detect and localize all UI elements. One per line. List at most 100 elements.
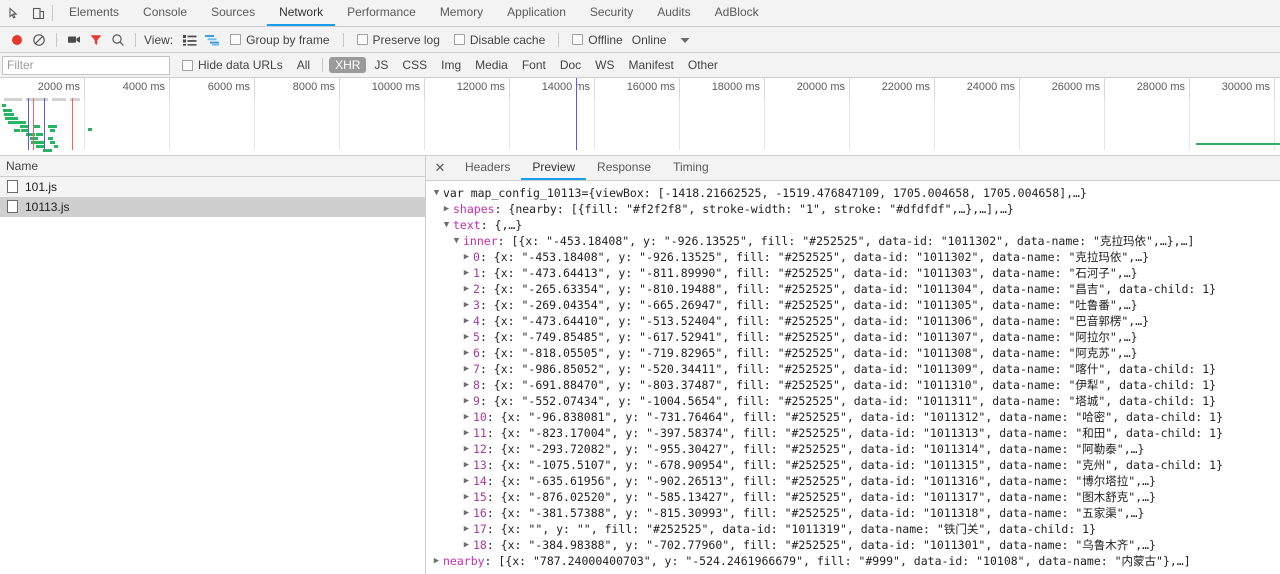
disclosure-triangle-icon[interactable] xyxy=(440,201,453,217)
group-by-frame-checkbox[interactable]: Group by frame xyxy=(223,33,336,47)
tree-row-nearby[interactable]: nearby : [{x: "787.24000400703", y: "-52… xyxy=(430,553,1280,569)
tree-row-shapes[interactable]: shapes : {nearby: [{fill: "#f2f2f8", str… xyxy=(430,201,1280,217)
disclosure-triangle-icon[interactable] xyxy=(460,249,473,265)
filter-type-js[interactable]: JS xyxy=(368,57,394,73)
view-label: View: xyxy=(144,32,174,47)
filter-type-font[interactable]: Font xyxy=(516,57,552,73)
disclosure-triangle-icon[interactable] xyxy=(460,281,473,297)
hide-data-urls-checkbox[interactable]: Hide data URLs xyxy=(170,58,290,72)
disclosure-triangle-icon[interactable] xyxy=(460,425,473,441)
tree-row-item[interactable]: 13 : {x: "-1075.5107", y: "-678.90954", … xyxy=(430,457,1280,473)
tree-row-item[interactable]: 3 : {x: "-269.04354", y: "-665.26947", f… xyxy=(430,297,1280,313)
funnel-filter-icon[interactable] xyxy=(85,30,107,50)
filter-type-ws[interactable]: WS xyxy=(589,57,620,73)
disclosure-triangle-icon[interactable] xyxy=(450,233,463,249)
tab-application[interactable]: Application xyxy=(495,0,578,26)
tab-sources[interactable]: Sources xyxy=(199,0,267,26)
tree-row-inner[interactable]: inner : [{x: "-453.18408", y: "-926.1352… xyxy=(430,233,1280,249)
disclosure-triangle-icon[interactable] xyxy=(460,521,473,537)
offline-checkbox[interactable]: Offline xyxy=(565,33,629,47)
tree-row-item[interactable]: 17 : {x: "", y: "", fill: "#252525", dat… xyxy=(430,521,1280,537)
tree-row-item[interactable]: 2 : {x: "-265.63354", y: "-810.19488", f… xyxy=(430,281,1280,297)
disclosure-triangle-icon[interactable] xyxy=(460,329,473,345)
checkbox-box[interactable] xyxy=(182,59,193,71)
disclosure-triangle-icon[interactable] xyxy=(430,185,443,201)
tree-row-item[interactable]: 0 : {x: "-453.18408", y: "-926.13525", f… xyxy=(430,249,1280,265)
tab-audits[interactable]: Audits xyxy=(645,0,702,26)
tab-adblock[interactable]: AdBlock xyxy=(703,0,771,26)
chevron-down-icon[interactable] xyxy=(680,33,690,47)
tab-preview[interactable]: Preview xyxy=(521,156,587,180)
tree-row-item[interactable]: 18 : {x: "-384.98388", y: "-702.77960", … xyxy=(430,537,1280,553)
tree-row-text[interactable]: text : {,…} xyxy=(430,217,1280,233)
tree-row-root[interactable]: var map_config_10113={viewBox: [-1418.21… xyxy=(430,185,1280,201)
filter-type-other[interactable]: Other xyxy=(682,57,724,73)
checkbox-box[interactable] xyxy=(572,34,584,45)
disclosure-triangle-icon[interactable] xyxy=(460,377,473,393)
filter-type-all[interactable]: All xyxy=(291,57,316,73)
tree-row-item[interactable]: 6 : {x: "-818.05505", y: "-719.82965", f… xyxy=(430,345,1280,361)
tree-row-item[interactable]: 1 : {x: "-473.64413", y: "-811.89990", f… xyxy=(430,265,1280,281)
disclosure-triangle-icon[interactable] xyxy=(460,505,473,521)
disclosure-triangle-icon[interactable] xyxy=(460,361,473,377)
device-toolbar-icon[interactable] xyxy=(30,5,46,21)
tree-row-item[interactable]: 5 : {x: "-749.85485", y: "-617.52941", f… xyxy=(430,329,1280,345)
list-view-icon[interactable] xyxy=(179,30,201,50)
disclosure-triangle-icon[interactable] xyxy=(460,409,473,425)
disclosure-triangle-icon[interactable] xyxy=(460,297,473,313)
checkbox-box[interactable] xyxy=(453,34,465,45)
disclosure-triangle-icon[interactable] xyxy=(440,217,453,233)
tree-row-item[interactable]: 10 : {x: "-96.838081", y: "-731.76464", … xyxy=(430,409,1280,425)
tree-row-item[interactable]: 8 : {x: "-691.88470", y: "-803.37487", f… xyxy=(430,377,1280,393)
close-icon[interactable]: ✕ xyxy=(426,156,454,180)
filter-type-img[interactable]: Img xyxy=(435,57,467,73)
tab-elements[interactable]: Elements xyxy=(57,0,131,26)
filter-type-doc[interactable]: Doc xyxy=(554,57,587,73)
tab-timing[interactable]: Timing xyxy=(662,156,720,180)
tab-response[interactable]: Response xyxy=(586,156,662,180)
camera-icon[interactable] xyxy=(63,30,85,50)
clear-prohibited-icon[interactable] xyxy=(28,30,50,50)
disclosure-triangle-icon[interactable] xyxy=(460,393,473,409)
inspect-element-icon[interactable] xyxy=(6,5,22,21)
tab-network[interactable]: Network xyxy=(267,0,336,26)
disclosure-triangle-icon[interactable] xyxy=(460,489,473,505)
tree-row-item[interactable]: 16 : {x: "-381.57388", y: "-815.30993", … xyxy=(430,505,1280,521)
tree-row-item[interactable]: 9 : {x: "-552.07434", y: "-1004.5654", f… xyxy=(430,393,1280,409)
tab-headers[interactable]: Headers xyxy=(454,156,521,180)
tab-security[interactable]: Security xyxy=(578,0,645,26)
tree-row-item[interactable]: 14 : {x: "-635.61956", y: "-902.26513", … xyxy=(430,473,1280,489)
disclosure-triangle-icon[interactable] xyxy=(430,553,443,569)
disable-cache-checkbox[interactable]: Disable cache xyxy=(447,33,552,47)
tree-row-item[interactable]: 12 : {x: "-293.72082", y: "-955.30427", … xyxy=(430,441,1280,457)
filter-type-manifest[interactable]: Manifest xyxy=(623,57,680,73)
disclosure-triangle-icon[interactable] xyxy=(460,345,473,361)
search-icon[interactable] xyxy=(107,30,129,50)
disclosure-triangle-icon[interactable] xyxy=(460,473,473,489)
tree-row-item[interactable]: 11 : {x: "-823.17004", y: "-397.58374", … xyxy=(430,425,1280,441)
disclosure-triangle-icon[interactable] xyxy=(460,441,473,457)
tab-memory[interactable]: Memory xyxy=(428,0,495,26)
tree-row-item[interactable]: 7 : {x: "-986.85052", y: "-520.34411", f… xyxy=(430,361,1280,377)
tab-performance[interactable]: Performance xyxy=(335,0,428,26)
table-row[interactable]: 10113.js xyxy=(0,197,425,217)
filter-type-media[interactable]: Media xyxy=(469,57,514,73)
filter-type-xhr[interactable]: XHR xyxy=(329,57,367,73)
filter-input[interactable] xyxy=(2,55,170,75)
network-overview-timeline[interactable]: 2000 ms 4000 ms 6000 ms 8000 ms 10000 ms… xyxy=(0,78,1280,156)
tree-row-item[interactable]: 15 : {x: "-876.02520", y: "-585.13427", … xyxy=(430,489,1280,505)
checkbox-box[interactable] xyxy=(230,34,242,45)
disclosure-triangle-icon[interactable] xyxy=(460,537,473,553)
disclosure-triangle-icon[interactable] xyxy=(460,313,473,329)
disclosure-triangle-icon[interactable] xyxy=(460,457,473,473)
record-circle-icon[interactable] xyxy=(6,30,28,50)
preserve-log-checkbox[interactable]: Preserve log xyxy=(350,33,447,47)
tab-console[interactable]: Console xyxy=(131,0,199,26)
throttling-selector[interactable]: Online xyxy=(630,33,667,47)
waterfall-view-icon[interactable] xyxy=(201,30,223,50)
checkbox-box[interactable] xyxy=(356,34,368,45)
filter-type-css[interactable]: CSS xyxy=(396,57,433,73)
table-row[interactable]: 101.js xyxy=(0,177,425,197)
disclosure-triangle-icon[interactable] xyxy=(460,265,473,281)
tree-row-item[interactable]: 4 : {x: "-473.64410", y: "-513.52404", f… xyxy=(430,313,1280,329)
